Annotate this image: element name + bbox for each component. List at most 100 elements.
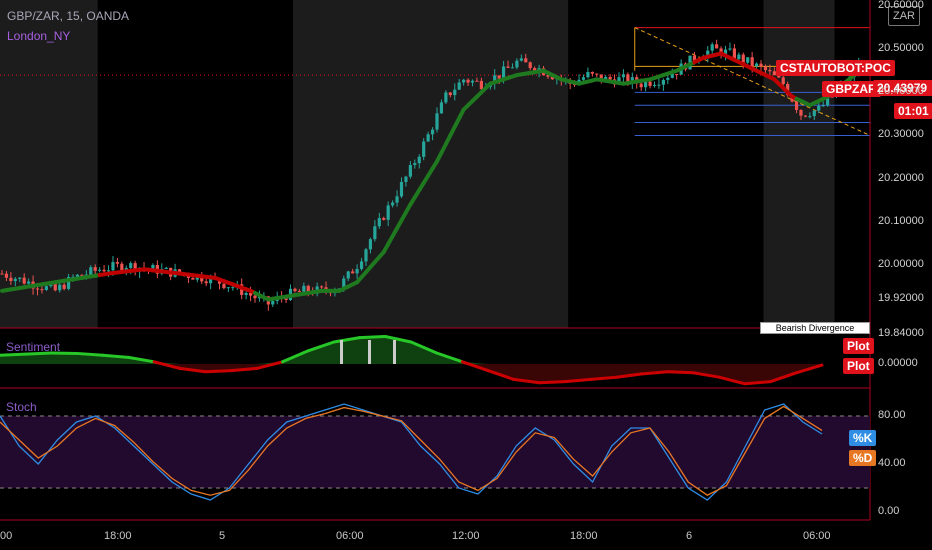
sentiment-line (358, 335, 387, 340)
candle-up (457, 82, 461, 90)
sentiment-bar (340, 340, 343, 364)
candle-up (586, 72, 590, 78)
sentiment-line (537, 380, 567, 385)
candle-down (479, 80, 483, 90)
symbol-price-tag: GBPZAR (822, 81, 881, 97)
candle-up (453, 89, 457, 96)
candle-up (661, 79, 665, 85)
session-indicator-label[interactable]: London_NY (7, 29, 70, 43)
candle-down (799, 109, 803, 116)
candle-up (644, 81, 648, 88)
candle-up (408, 165, 412, 177)
d-line-tag: %D (849, 450, 877, 466)
candle-up (364, 249, 368, 262)
candle-up (404, 176, 408, 182)
candle-up (244, 293, 248, 295)
candle-up (746, 57, 750, 63)
chart-canvas[interactable] (0, 0, 932, 550)
candle-down (40, 289, 44, 291)
price-axis-label: 20.50000 (878, 42, 924, 55)
sentiment-line (666, 370, 696, 375)
candle-down (191, 277, 195, 280)
candle-up (470, 80, 475, 83)
sentiment-axis-label: 0.00000 (878, 357, 918, 369)
candle-down (253, 295, 257, 299)
candle-up (657, 84, 661, 86)
time-axis-label: 12:00 (452, 530, 480, 542)
candle-down (351, 271, 355, 274)
candle-up (426, 134, 430, 142)
candle-down (319, 286, 324, 288)
candle-down (781, 77, 785, 85)
candle-up (430, 129, 435, 135)
candle-up (58, 284, 62, 291)
candle-up (231, 287, 235, 289)
candle-up (417, 156, 421, 164)
candle-up (652, 84, 657, 86)
candle-down (448, 92, 452, 96)
price-axis-label: 20.20000 (878, 171, 924, 184)
candle-up (510, 67, 515, 69)
price-axis-label: 20.10000 (878, 214, 924, 227)
candle-down (204, 281, 208, 284)
session-background (763, 0, 835, 328)
candle-up (621, 74, 626, 78)
price-axis-label: 20.60000 (878, 0, 924, 11)
stoch-band-fill (0, 416, 870, 488)
stoch-pane-title[interactable]: Stoch (6, 400, 37, 414)
candle-down (120, 263, 124, 271)
sentiment-pane-title[interactable]: Sentiment (6, 340, 60, 354)
candle-down (297, 291, 301, 293)
candle-up (373, 226, 377, 240)
sentiment-bar (368, 340, 371, 364)
candle-down (715, 44, 719, 49)
candle-up (422, 141, 426, 157)
candle-up (226, 287, 230, 289)
candle-up (27, 281, 31, 284)
candle-down (803, 115, 808, 117)
candle-up (808, 116, 812, 118)
candle-up (413, 163, 417, 166)
time-axis-label: 5 (219, 530, 226, 542)
candle-down (648, 81, 652, 86)
k-line-tag: %K (849, 430, 877, 446)
candle-up (355, 268, 359, 274)
candle-down (741, 54, 745, 63)
candle-up (395, 196, 399, 203)
candle-up (812, 110, 816, 117)
candle-up (106, 270, 111, 272)
time-axis-label: 06:00 (336, 530, 364, 542)
candle-down (80, 274, 84, 276)
candle-down (794, 101, 799, 110)
candle-up (817, 105, 821, 111)
candle-up (462, 79, 466, 83)
candle-up (501, 66, 506, 79)
candle-up (302, 285, 306, 292)
poc-price-tag: CSTAUTOBOT:POC (776, 60, 895, 76)
candle-up (13, 278, 17, 282)
price-axis-label: 20.30000 (878, 128, 924, 141)
candle-down (53, 284, 57, 291)
candle-up (18, 277, 22, 279)
candle-down (22, 277, 26, 284)
candle-down (62, 284, 66, 289)
candle-up (439, 102, 444, 114)
candle-down (608, 76, 612, 80)
candle-down (222, 283, 226, 289)
candle-up (754, 63, 759, 67)
candle-up (386, 205, 390, 220)
candle-up (368, 239, 373, 250)
sentiment-bar (393, 340, 396, 364)
price-axis-label: 20.40000 (878, 85, 924, 98)
candle-up (519, 58, 523, 61)
candle-up (129, 263, 133, 269)
candle-up (164, 267, 168, 269)
candle-up (377, 218, 381, 227)
symbol-title[interactable]: GBP/ZAR, 15, OANDA (7, 9, 129, 23)
price-axis-label: 19.92000 (878, 292, 924, 305)
time-axis-label: 18:00 (570, 530, 598, 542)
countdown-tag: 01:01 (894, 103, 932, 119)
divergence-tooltip: Bearish Divergence (760, 322, 870, 334)
candle-down (524, 58, 528, 63)
candle-down (528, 62, 532, 69)
